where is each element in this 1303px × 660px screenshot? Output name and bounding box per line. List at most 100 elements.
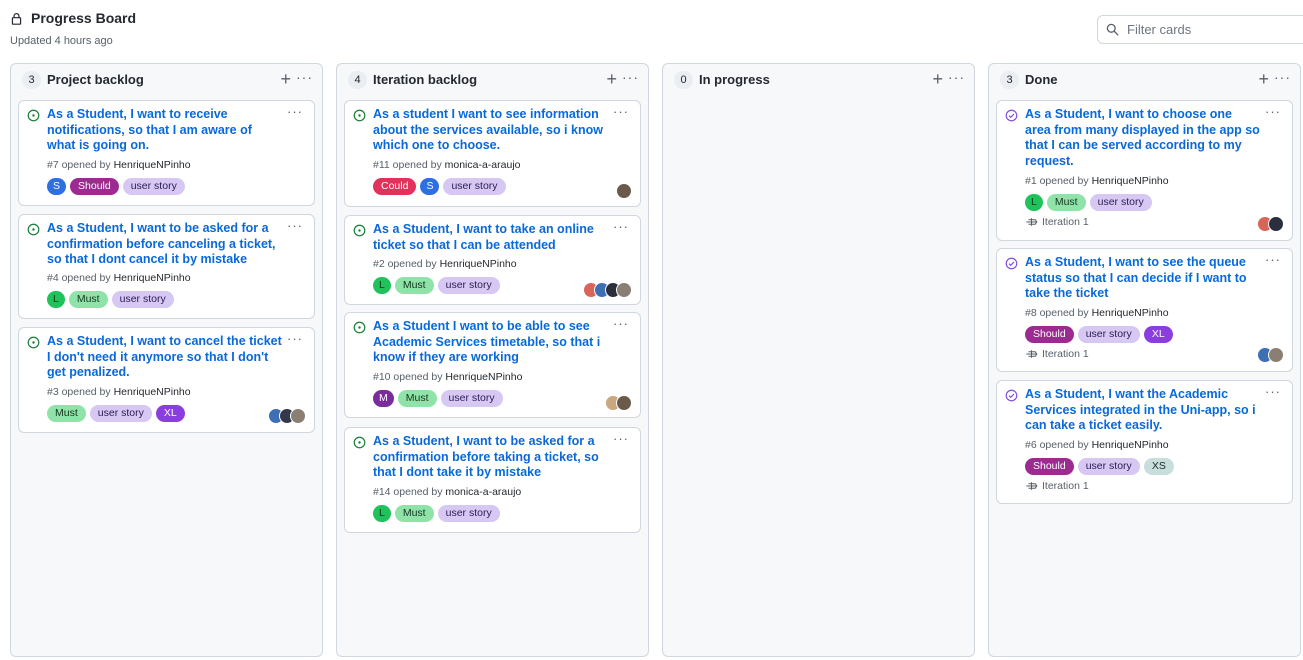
card-title[interactable]: As a Student, I want to receive notifica… [47,107,283,154]
author[interactable]: HenriqueNPinho [114,272,191,284]
card-title[interactable]: As a Student I want to be able to see Ac… [373,319,609,366]
card-title[interactable]: As a Student, I want to cancel the ticke… [47,334,283,381]
card-menu-button[interactable]: ··· [1265,104,1281,119]
card[interactable]: As a Student, I want to take an online t… [344,215,641,305]
search-icon [1106,23,1119,36]
avatar[interactable] [1268,216,1284,232]
filter-cards[interactable] [1097,15,1303,44]
iteration-field[interactable]: Iteration 1 [1025,216,1089,228]
card[interactable]: As a Student, I want to be asked for a c… [18,214,315,319]
add-card-button[interactable]: + [606,70,617,88]
label[interactable]: Must [394,277,434,294]
add-card-button[interactable]: + [932,70,943,88]
card[interactable]: As a Student, I want to receive notifica… [18,100,315,206]
label[interactable]: L [373,505,391,522]
label[interactable]: Should [1025,458,1074,475]
card[interactable]: As a Student, I want to see the queue st… [996,248,1293,372]
label[interactable]: L [1025,194,1043,211]
card-menu-button[interactable]: ··· [1265,384,1281,399]
label[interactable]: user story [1077,458,1140,475]
card-title[interactable]: As a Student, I want to be asked for a c… [373,434,609,481]
label[interactable]: M [373,390,394,407]
iteration-label: Iteration 1 [1042,216,1089,228]
card-title[interactable]: As a Student, I want to see the queue st… [1025,255,1261,302]
assignees [583,282,632,298]
card-title[interactable]: As a Student, I want to take an online t… [373,222,609,253]
card-menu-button[interactable]: ··· [287,104,303,119]
column-menu-button[interactable]: ··· [1274,69,1291,85]
author[interactable]: HenriqueNPinho [1092,307,1169,319]
author[interactable]: HenriqueNPinho [114,159,191,171]
label[interactable]: L [373,277,391,294]
label[interactable]: user story [437,505,500,522]
issue-opened-icon [353,109,366,122]
card-title[interactable]: As a student I want to see information a… [373,107,609,154]
avatar[interactable] [616,183,632,199]
label[interactable]: Could [373,178,417,195]
add-card-button[interactable]: + [1258,70,1269,88]
label-list: M Must user story [373,390,503,407]
label[interactable]: Should [70,178,119,195]
card[interactable]: As a Student, I want the Academic Servic… [996,380,1293,504]
card-menu-button[interactable]: ··· [613,219,629,234]
card-meta: #3 opened by HenriqueNPinho [47,386,191,398]
label[interactable]: user story [111,291,174,308]
label[interactable]: XL [1143,326,1173,343]
author[interactable]: HenriqueNPinho [440,258,517,270]
card-meta: #4 opened by HenriqueNPinho [47,272,191,284]
author[interactable]: HenriqueNPinho [114,386,191,398]
column-menu-button[interactable]: ··· [948,69,965,85]
avatar[interactable] [1268,347,1284,363]
card-title[interactable]: As a Student, I want to choose one area … [1025,107,1261,169]
card-menu-button[interactable]: ··· [1265,252,1281,267]
label[interactable]: XL [155,405,185,422]
column-count: 4 [348,71,367,89]
author[interactable]: HenriqueNPinho [1092,175,1169,187]
label[interactable]: Must [47,405,86,422]
add-card-button[interactable]: + [280,70,291,88]
card-menu-button[interactable]: ··· [613,104,629,119]
label[interactable]: user story [440,390,503,407]
card-menu-button[interactable]: ··· [613,431,629,446]
avatar[interactable] [616,395,632,411]
label[interactable]: user story [443,178,506,195]
column-menu-button[interactable]: ··· [622,69,639,85]
card-menu-button[interactable]: ··· [613,316,629,331]
label[interactable]: XS [1143,458,1174,475]
author[interactable]: monica-a-araujo [445,159,521,171]
label[interactable]: Should [1025,326,1074,343]
iteration-field[interactable]: Iteration 1 [1025,480,1089,492]
label[interactable]: Must [397,390,437,407]
card-title[interactable]: As a Student, I want the Academic Servic… [1025,387,1261,434]
iteration-field[interactable]: Iteration 1 [1025,348,1089,360]
label[interactable]: S [47,178,67,195]
label[interactable]: user story [1089,194,1152,211]
avatar[interactable] [290,408,306,424]
card-menu-button[interactable]: ··· [287,331,303,346]
card-title[interactable]: As a Student, I want to be asked for a c… [47,221,283,268]
column-menu-button[interactable]: ··· [296,69,313,85]
card-meta: #2 opened by HenriqueNPinho [373,258,517,270]
label[interactable]: user story [437,277,500,294]
label[interactable]: Must [1046,194,1086,211]
label-list: Should user story XS [1025,458,1174,475]
card-meta: #6 opened by HenriqueNPinho [1025,439,1169,451]
label[interactable]: user story [1077,326,1140,343]
avatar[interactable] [616,282,632,298]
label[interactable]: user story [122,178,185,195]
author[interactable]: HenriqueNPinho [445,371,522,383]
card[interactable]: As a Student, I want to cancel the ticke… [18,327,315,433]
card[interactable]: As a Student, I want to choose one area … [996,100,1293,241]
card-menu-button[interactable]: ··· [287,218,303,233]
card[interactable]: As a Student, I want to be asked for a c… [344,427,641,533]
author[interactable]: HenriqueNPinho [1092,439,1169,451]
label[interactable]: Must [394,505,434,522]
label[interactable]: L [47,291,65,308]
label[interactable]: user story [89,405,152,422]
card[interactable]: As a student I want to see information a… [344,100,641,207]
label[interactable]: S [420,178,440,195]
filter-input[interactable] [1127,22,1303,37]
author[interactable]: monica-a-araujo [445,486,521,498]
label[interactable]: Must [68,291,108,308]
card[interactable]: As a Student I want to be able to see Ac… [344,312,641,418]
